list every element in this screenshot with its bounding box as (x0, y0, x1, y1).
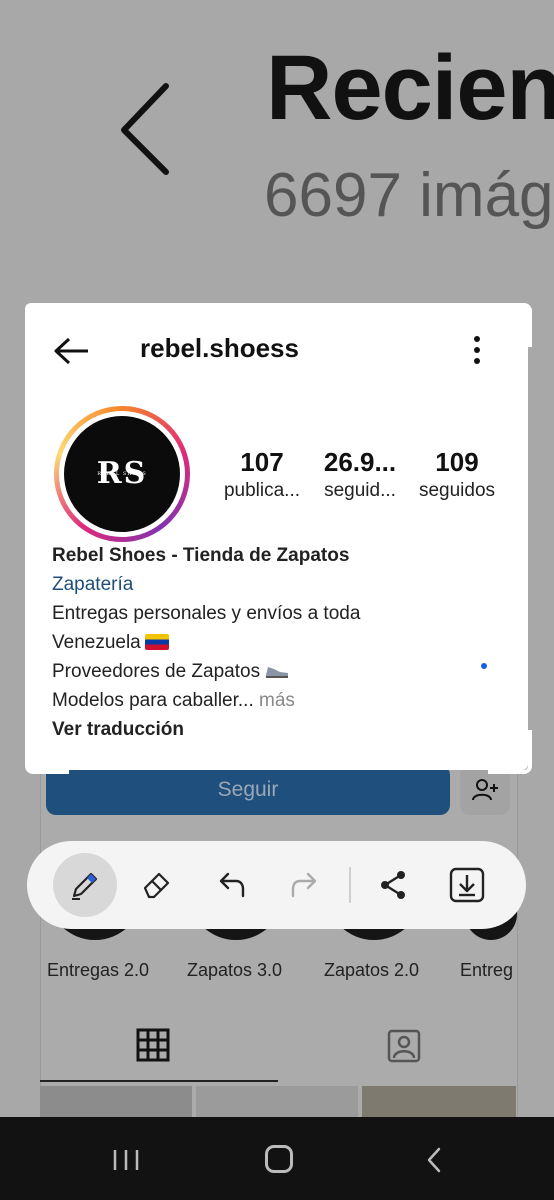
share-button[interactable] (361, 853, 425, 917)
stat-posts[interactable]: 107 publica... (217, 447, 307, 505)
highlight-label: Entregas 2.0 (47, 960, 150, 980)
save-button[interactable] (435, 853, 499, 917)
bio-line: Venezuela (52, 632, 169, 654)
see-translation-link[interactable]: Ver traducción (52, 719, 184, 741)
bio-category[interactable]: Zapatería (52, 574, 133, 596)
avatar: RS REBEL SHOES (64, 416, 180, 532)
post-thumbnail[interactable] (40, 1086, 192, 1118)
profile-username: rebel.shoess (140, 333, 299, 363)
edit-toolbar (27, 841, 526, 929)
add-user-icon (472, 779, 498, 801)
venezuela-flag-icon (144, 634, 169, 650)
back-arrow-icon[interactable] (108, 78, 188, 178)
notification-dot (481, 663, 487, 669)
more-options-icon[interactable] (473, 335, 481, 365)
post-thumbnail[interactable] (196, 1086, 358, 1118)
tab-underline (40, 1080, 278, 1082)
undo-icon (219, 872, 245, 898)
avatar-subtext: REBEL SHOES (97, 471, 147, 477)
avatar-story-ring[interactable]: RS REBEL SHOES (54, 406, 190, 542)
home-icon[interactable] (265, 1145, 293, 1173)
crop-handle-bottom-left[interactable] (25, 730, 69, 774)
captured-screenshot: rebel.shoess RS REBEL SHOES 107 publica.… (25, 303, 528, 770)
album-title: Recien (266, 37, 554, 139)
pen-button[interactable] (53, 853, 117, 917)
highlight-label: Entreg (460, 960, 514, 980)
recents-icon[interactable] (112, 1148, 140, 1172)
stat-label: seguid... (324, 480, 396, 501)
stat-label: publica... (223, 480, 301, 501)
stat-value: 26.9... (323, 447, 397, 477)
stat-value: 107 (240, 447, 284, 477)
undo-button[interactable] (199, 853, 263, 917)
bio-line-text: Venezuela (52, 632, 141, 653)
follow-button[interactable]: Seguir (46, 765, 450, 815)
bio-line: Modelos para caballer... más (52, 690, 295, 712)
image-count: 6697 imág (264, 161, 554, 230)
bio-line: Proveedores de Zapatos (52, 661, 290, 683)
tagged-icon[interactable] (386, 1028, 422, 1064)
eraser-icon (143, 872, 170, 899)
share-icon (381, 871, 405, 899)
crop-handle-top-left[interactable] (25, 303, 69, 347)
nav-back-icon[interactable] (424, 1146, 444, 1174)
toolbar-divider (349, 867, 351, 903)
crop-handle-top-right[interactable] (488, 303, 532, 347)
pen-icon (72, 872, 98, 900)
grid-icon[interactable] (136, 1028, 170, 1062)
crop-handle-bottom-right[interactable] (488, 730, 532, 774)
stat-value: 109 (435, 447, 479, 477)
eraser-button[interactable] (125, 853, 189, 917)
redo-button[interactable] (273, 853, 337, 917)
stat-followers[interactable]: 26.9... seguid... (315, 447, 405, 505)
save-icon (449, 867, 485, 903)
highlight-label: Zapatos 2.0 (324, 960, 420, 980)
sneaker-icon (266, 667, 289, 678)
redo-icon (291, 872, 317, 898)
bio-line: Entregas personales y envíos a toda (52, 603, 361, 624)
bio-line-text: Modelos para caballer... (52, 690, 254, 711)
post-thumbnail[interactable] (362, 1086, 516, 1118)
highlight-label: Zapatos 3.0 (187, 960, 283, 980)
stat-label: seguidos (418, 480, 496, 501)
stat-following[interactable]: 109 seguidos (411, 447, 503, 505)
bio-line-text: Proveedores de Zapatos (52, 661, 261, 682)
bio-name: Rebel Shoes - Tienda de Zapatos (52, 545, 350, 566)
more-link[interactable]: más (259, 690, 295, 711)
